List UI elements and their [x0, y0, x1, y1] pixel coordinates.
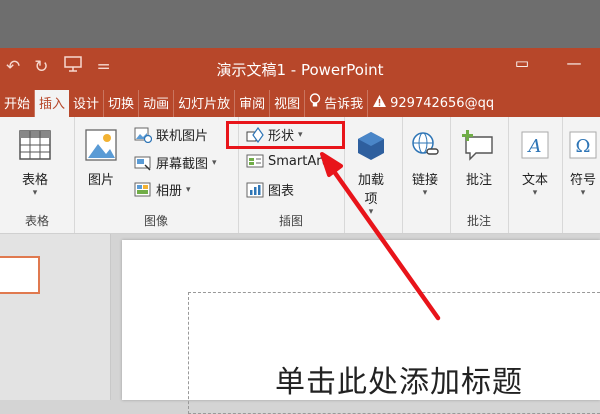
- chevron-down-icon: ▾: [212, 157, 217, 168]
- chevron-down-icon: ▾: [186, 184, 191, 195]
- group-label-comments: 批注: [466, 214, 491, 228]
- tab-design[interactable]: 设计: [69, 90, 105, 117]
- slide-canvas[interactable]: 单击此处添加标题: [122, 240, 600, 414]
- tab-insert[interactable]: 插入: [35, 90, 70, 117]
- account-area[interactable]: 929742656@qq: [368, 91, 498, 117]
- link-icon: [408, 127, 442, 163]
- quick-access-toolbar: ↶ ↻ =: [6, 56, 111, 77]
- chart-button[interactable]: 图表: [246, 180, 294, 199]
- text-box-icon: A: [518, 127, 552, 163]
- group-tables: 表格 ▾ 表格: [0, 117, 75, 233]
- tab-animations[interactable]: 动画: [139, 90, 175, 117]
- table-icon: [18, 127, 52, 163]
- group-label-illustrations: 插图: [278, 214, 303, 228]
- chart-icon: [246, 182, 264, 198]
- comment-icon: [462, 127, 496, 163]
- addins-label-line1: 加载: [357, 173, 384, 188]
- online-pictures-label: 联机图片: [156, 129, 209, 144]
- addins-icon: [354, 127, 388, 163]
- ribbon-display-button[interactable]: ▭: [496, 54, 548, 72]
- customize-qat-button[interactable]: =: [97, 57, 111, 77]
- group-links: 链接 ▾: [402, 117, 451, 233]
- comment-button[interactable]: 批注: [462, 127, 496, 188]
- window-controls: ▭ —: [496, 54, 600, 72]
- photo-album-button[interactable]: 相册 ▾: [134, 180, 191, 199]
- smartart-button[interactable]: SmartArt: [246, 153, 327, 169]
- tab-view[interactable]: 视图: [270, 90, 306, 117]
- symbols-label: 符号: [569, 173, 596, 188]
- warning-icon: [372, 94, 387, 112]
- table-label: 表格: [21, 173, 48, 188]
- screenshot-label: 屏幕截图: [156, 157, 209, 172]
- slide-thumbnail[interactable]: [0, 256, 40, 294]
- group-text: A 文本 ▾: [508, 117, 563, 233]
- chevron-down-icon: ▾: [368, 207, 374, 217]
- group-label-tables: 表格: [24, 214, 49, 228]
- symbols-button[interactable]: Ω 符号 ▾: [566, 127, 600, 198]
- chevron-down-icon: ▾: [32, 188, 38, 198]
- screenshot-button[interactable]: 屏幕截图 ▾: [134, 153, 217, 172]
- pictures-button[interactable]: 图片: [84, 127, 118, 188]
- tell-me-label: 告诉我: [324, 97, 364, 112]
- addins-button[interactable]: 加载 项 ▾: [354, 127, 388, 217]
- online-picture-icon: [134, 127, 152, 143]
- redo-icon[interactable]: ↻: [34, 57, 48, 77]
- chevron-down-icon: ▾: [532, 188, 538, 198]
- smartart-label: SmartArt: [268, 153, 327, 169]
- table-button[interactable]: 表格 ▾: [18, 127, 52, 198]
- tab-home[interactable]: 开始: [0, 90, 36, 117]
- group-images: 图片 联机图片 屏幕截图 ▾ 相册 ▾ 图像: [74, 117, 239, 233]
- group-comments: 批注 批注: [450, 117, 509, 233]
- group-symbols: Ω 符号 ▾: [562, 117, 600, 233]
- chevron-down-icon: ▾: [580, 188, 586, 198]
- title-placeholder[interactable]: 单击此处添加标题: [188, 292, 600, 414]
- ribbon-tabs: 开始 插入 设计 切换 动画 幻灯片放 审阅 视图 告诉我 929742656@…: [0, 90, 600, 117]
- photo-album-icon: [134, 182, 152, 198]
- tab-review[interactable]: 审阅: [235, 90, 271, 117]
- online-pictures-button[interactable]: 联机图片: [134, 125, 208, 144]
- chart-label: 图表: [268, 184, 295, 199]
- slide-thumbnail-pane: [0, 234, 111, 400]
- tab-slideshow[interactable]: 幻灯片放: [174, 90, 236, 117]
- photo-album-label: 相册: [156, 184, 183, 199]
- comment-label: 批注: [465, 173, 492, 188]
- minimize-button[interactable]: —: [548, 54, 600, 72]
- omega-icon: Ω: [566, 127, 600, 163]
- links-button[interactable]: 链接 ▾: [408, 127, 442, 198]
- picture-icon: [84, 127, 118, 163]
- undo-icon[interactable]: ↶: [6, 57, 20, 77]
- present-icon[interactable]: [63, 56, 83, 77]
- top-strip: [0, 0, 600, 48]
- screenshot-icon: [134, 155, 152, 171]
- svg-text:Ω: Ω: [576, 136, 591, 157]
- text-label: 文本: [521, 173, 548, 188]
- smartart-icon: [246, 153, 264, 169]
- addins-label-line2: 项: [364, 192, 378, 207]
- lightbulb-icon: [309, 93, 321, 112]
- group-addins: 加载 项 ▾: [344, 117, 403, 233]
- account-name: 929742656@qq: [390, 95, 495, 111]
- chevron-down-icon: ▾: [422, 188, 428, 198]
- links-label: 链接: [411, 173, 438, 188]
- tell-me-box[interactable]: 告诉我: [305, 90, 369, 117]
- shapes-highlight-box: [226, 121, 345, 149]
- title-placeholder-text: 单击此处添加标题: [275, 365, 523, 400]
- pictures-label: 图片: [87, 173, 114, 188]
- text-button[interactable]: A 文本 ▾: [518, 127, 552, 198]
- tab-transitions[interactable]: 切换: [104, 90, 140, 117]
- svg-text:A: A: [527, 136, 542, 157]
- group-label-images: 图像: [143, 214, 168, 228]
